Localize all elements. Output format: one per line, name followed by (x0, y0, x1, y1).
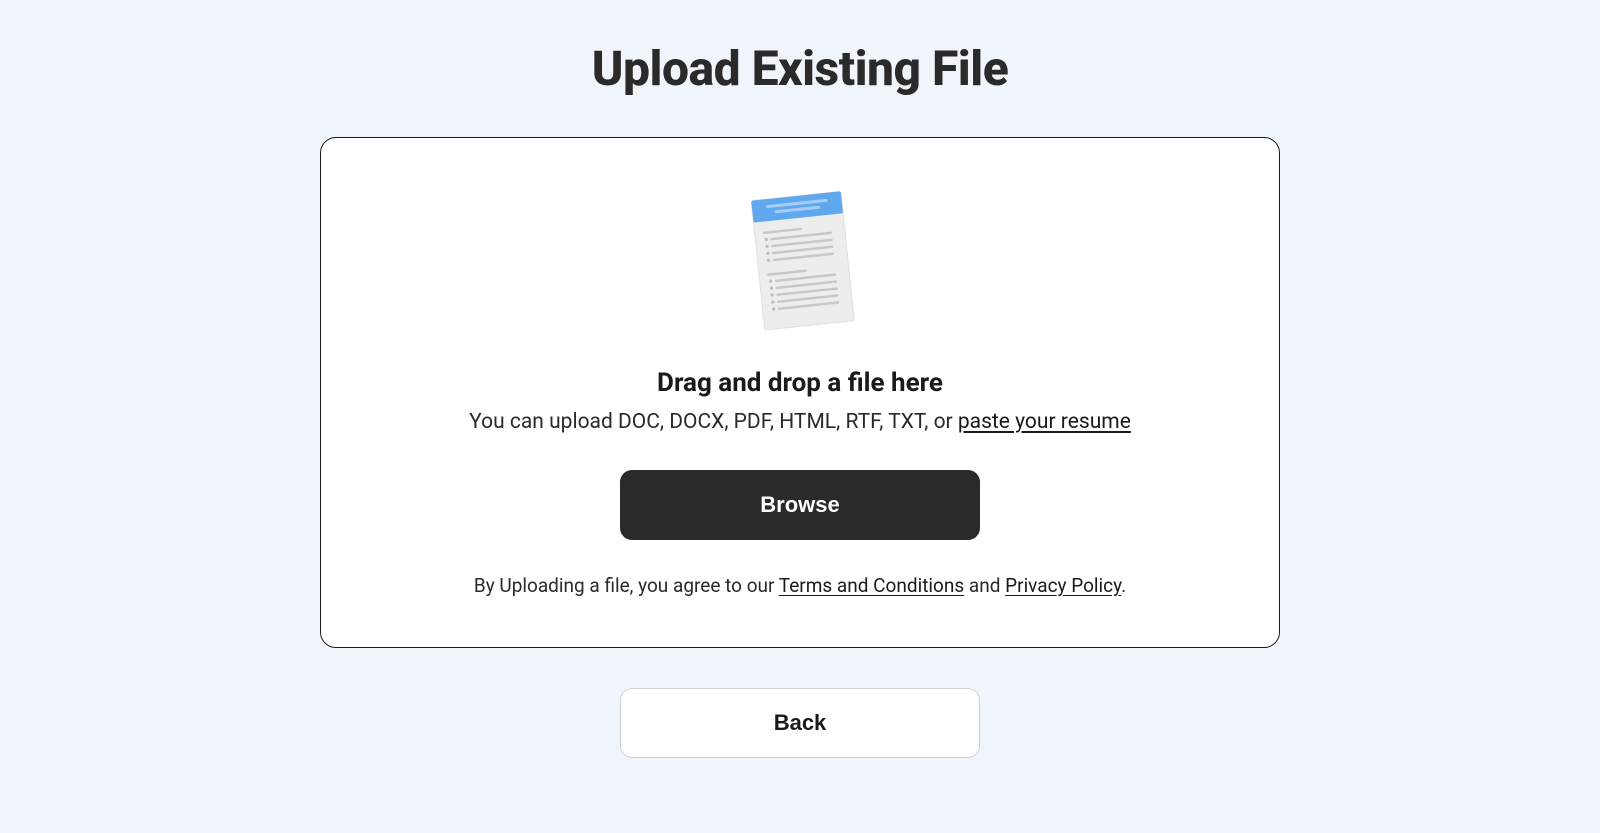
upload-dropzone[interactable]: Drag and drop a file here You can upload… (320, 137, 1280, 648)
privacy-link[interactable]: Privacy Policy (1005, 574, 1121, 597)
document-icon (740, 188, 860, 338)
browse-button[interactable]: Browse (620, 470, 980, 540)
legal-prefix: By Uploading a file, you agree to our (474, 574, 779, 597)
dropzone-subtext-prefix: You can upload DOC, DOCX, PDF, HTML, RTF… (469, 410, 958, 434)
legal-suffix: . (1121, 574, 1126, 597)
page-title: Upload Existing File (592, 40, 1009, 97)
terms-link[interactable]: Terms and Conditions (779, 574, 964, 597)
legal-text: By Uploading a file, you agree to our Te… (474, 574, 1126, 597)
legal-middle: and (964, 574, 1005, 597)
back-button[interactable]: Back (620, 688, 980, 758)
dropzone-heading: Drag and drop a file here (657, 368, 943, 398)
upload-page: Upload Existing File (0, 0, 1600, 758)
paste-resume-link[interactable]: paste your resume (958, 410, 1131, 434)
dropzone-subtext: You can upload DOC, DOCX, PDF, HTML, RTF… (469, 410, 1131, 434)
